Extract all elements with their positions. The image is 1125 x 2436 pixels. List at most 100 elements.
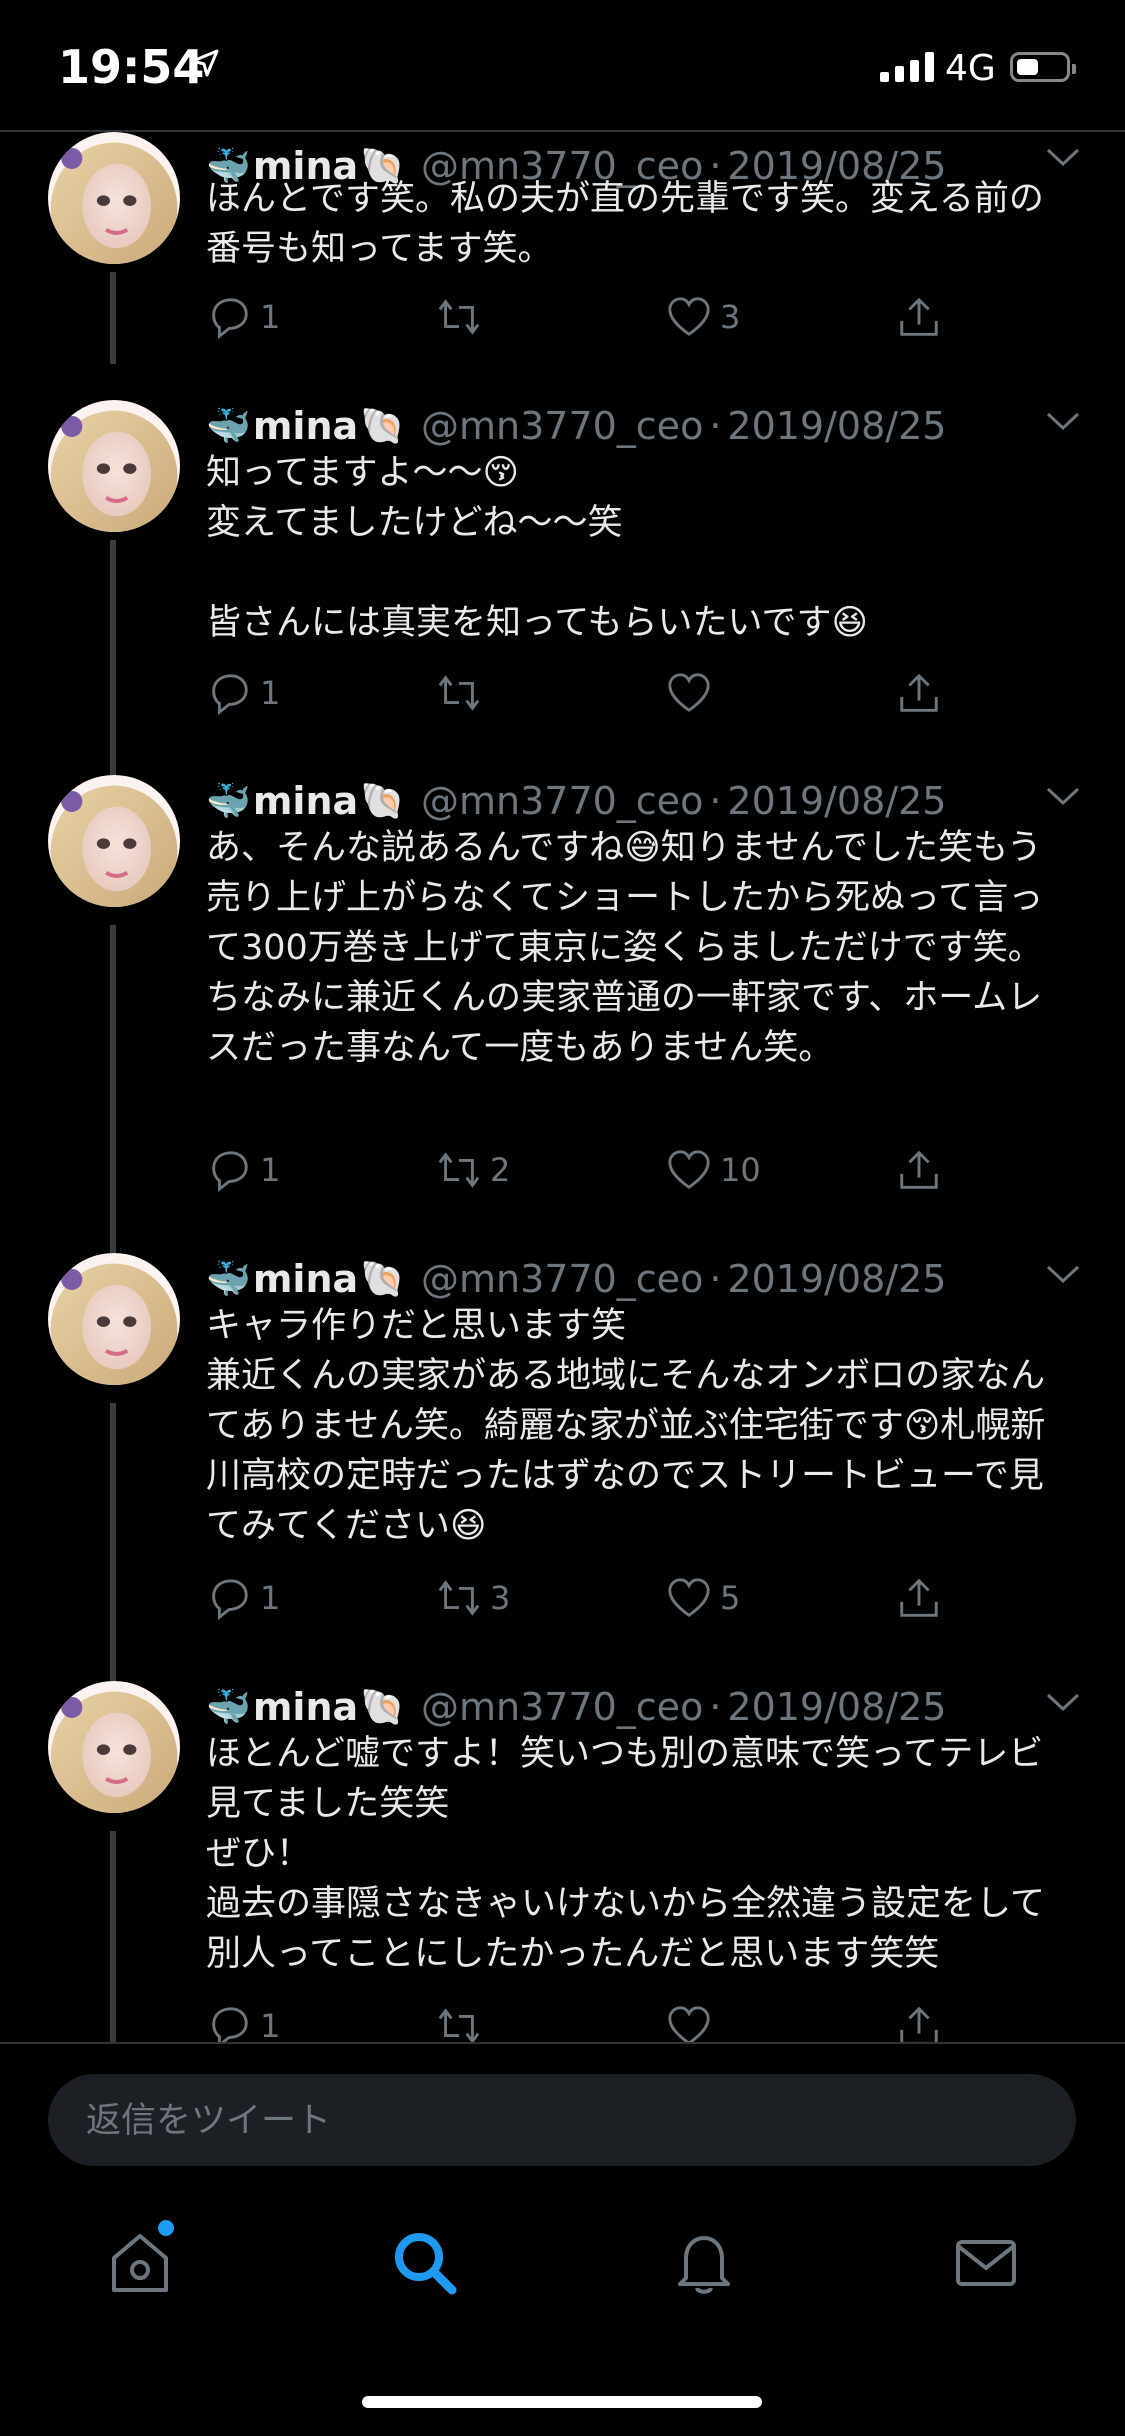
user-handle[interactable]: @mn3770_ceo xyxy=(421,1685,703,1729)
tweet-actions: 1 3 5 xyxy=(206,1573,1066,1623)
network-type: 4G xyxy=(945,48,996,89)
thread-line xyxy=(110,272,116,364)
chevron-down-icon[interactable] xyxy=(1045,1263,1081,1287)
whale-emoji: 🐳 xyxy=(206,1687,251,1728)
avatar[interactable] xyxy=(48,1253,180,1385)
shell-emoji: 🐚 xyxy=(360,1259,405,1300)
reply-input[interactable] xyxy=(84,2074,988,2168)
reply-count: 1 xyxy=(260,1579,281,1617)
reply-button[interactable]: 1 xyxy=(206,1573,280,1623)
tweet-header: 🐳 mina 🐚 @mn3770_ceo · 2019/08/25 xyxy=(206,1253,946,1305)
heart-icon xyxy=(668,2006,710,2042)
reply-icon xyxy=(212,1151,248,1193)
like-count: 3 xyxy=(720,298,741,336)
tweet[interactable]: 🐳 mina 🐚 @mn3770_ceo · 2019/08/25 キャラ作りだ… xyxy=(0,1253,1125,1681)
chevron-down-icon[interactable] xyxy=(1045,146,1081,170)
thread-line xyxy=(110,540,116,775)
share-button[interactable] xyxy=(896,1573,942,1623)
tweet[interactable]: 🐳 mina 🐚 @mn3770_ceo · 2019/08/25 あ、そんな説… xyxy=(0,775,1125,1253)
chevron-down-icon[interactable] xyxy=(1045,785,1081,809)
retweet-button[interactable] xyxy=(436,292,490,342)
display-name[interactable]: mina xyxy=(253,779,358,823)
tweet-header: 🐳 mina 🐚 @mn3770_ceo · 2019/08/25 xyxy=(206,775,946,827)
share-icon xyxy=(900,1578,938,1617)
tweet-text: ほとんど嘘ですよ！笑いつも別の意味で笑ってテレビ見てました笑笑 ぜひ！ 過去の事… xyxy=(206,1734,1045,1974)
tweet-actions: 1 3 xyxy=(206,292,1066,342)
retweet-button[interactable] xyxy=(436,668,490,718)
avatar[interactable] xyxy=(48,1681,180,1813)
share-button[interactable] xyxy=(896,2001,942,2042)
retweet-button[interactable]: 2 xyxy=(436,1145,510,1195)
like-button[interactable]: 5 xyxy=(666,1573,740,1623)
share-icon xyxy=(900,2006,938,2042)
user-handle[interactable]: @mn3770_ceo xyxy=(421,779,703,823)
tweet-text: キャラ作りだと思います笑 兼近くんの実家がある地域にそんなオンボロの家なんてあり… xyxy=(206,1306,1046,1546)
retweet-button[interactable] xyxy=(436,2001,490,2042)
reply-button[interactable]: 1 xyxy=(206,2001,280,2042)
reply-count: 1 xyxy=(260,298,281,336)
bell-icon xyxy=(678,2236,730,2294)
display-name[interactable]: mina xyxy=(253,404,358,448)
display-name[interactable]: mina xyxy=(253,1685,358,1729)
display-name[interactable]: mina xyxy=(253,1257,358,1301)
tweet-date[interactable]: 2019/08/25 xyxy=(727,1685,946,1729)
share-button[interactable] xyxy=(896,292,942,342)
thread-line xyxy=(110,1403,116,1681)
reply-button[interactable]: 1 xyxy=(206,1145,280,1195)
share-icon xyxy=(900,297,938,336)
tweet-text: ほんとです笑。私の夫が直の先輩です笑。変える前の番号も知ってます笑。 xyxy=(206,179,1044,269)
whale-emoji: 🐳 xyxy=(206,781,251,822)
retweet-count: 3 xyxy=(490,1579,511,1617)
home-indicator xyxy=(362,2396,762,2408)
reply-button[interactable]: 1 xyxy=(206,668,280,718)
chevron-down-icon[interactable] xyxy=(1045,1691,1081,1715)
tab-search[interactable] xyxy=(388,2226,460,2298)
tweet-date[interactable]: 2019/08/25 xyxy=(727,1257,946,1301)
search-icon xyxy=(395,2233,457,2295)
reply-button[interactable]: 1 xyxy=(206,292,280,342)
whale-emoji: 🐳 xyxy=(206,406,251,447)
reply-icon xyxy=(212,1579,248,1621)
like-button[interactable]: 10 xyxy=(666,1145,761,1195)
tweet-feed[interactable]: 🐳 mina 🐚 @mn3770_ceo · 2019/08/25 ほんとです笑… xyxy=(0,0,1125,2042)
retweet-icon xyxy=(438,1152,480,1188)
retweet-icon xyxy=(438,299,480,335)
tweet-actions: 1 xyxy=(206,2001,1066,2042)
tweet-date[interactable]: 2019/08/25 xyxy=(727,404,946,448)
retweet-icon xyxy=(438,1580,480,1616)
tab-messages[interactable] xyxy=(950,2226,1022,2298)
like-count: 5 xyxy=(720,1579,741,1617)
retweet-icon xyxy=(438,2008,480,2042)
avatar[interactable] xyxy=(48,775,180,907)
tweet[interactable]: 🐳 mina 🐚 @mn3770_ceo · 2019/08/25 知ってますよ… xyxy=(0,400,1125,775)
chevron-down-icon[interactable] xyxy=(1045,410,1081,434)
share-button[interactable] xyxy=(896,1145,942,1195)
reply-box[interactable] xyxy=(48,2074,1076,2168)
like-button[interactable] xyxy=(666,2001,720,2042)
retweet-button[interactable]: 3 xyxy=(436,1573,510,1623)
avatar[interactable] xyxy=(48,132,180,264)
share-button[interactable] xyxy=(896,668,942,718)
reply-count: 1 xyxy=(260,2007,281,2042)
tweet-text: あ、そんな説あるんですね😅知りませんでした笑もう売り上げ上がらなくてショートした… xyxy=(206,828,1044,1068)
tweet-actions: 1 2 10 xyxy=(206,1145,1066,1195)
reply-icon xyxy=(212,298,248,340)
tab-home[interactable] xyxy=(104,2220,176,2298)
tweet[interactable]: 🐳 mina 🐚 @mn3770_ceo · 2019/08/25 ほとんど嘘で… xyxy=(0,1681,1125,2042)
separator-dot: · xyxy=(709,1257,722,1301)
tweet[interactable]: 🐳 mina 🐚 @mn3770_ceo · 2019/08/25 ほんとです笑… xyxy=(0,132,1125,367)
like-button[interactable]: 3 xyxy=(666,292,740,342)
battery-icon xyxy=(1010,52,1076,82)
like-button[interactable] xyxy=(666,668,720,718)
tweet-date[interactable]: 2019/08/25 xyxy=(727,779,946,823)
share-icon xyxy=(900,673,938,712)
heart-icon xyxy=(668,297,710,337)
home-icon xyxy=(112,2234,168,2292)
retweet-icon xyxy=(438,675,480,711)
heart-icon xyxy=(668,1578,710,1618)
avatar[interactable] xyxy=(48,400,180,532)
tab-notifications[interactable] xyxy=(668,2226,740,2298)
like-count: 10 xyxy=(720,1151,761,1189)
user-handle[interactable]: @mn3770_ceo xyxy=(421,404,703,448)
user-handle[interactable]: @mn3770_ceo xyxy=(421,1257,703,1301)
